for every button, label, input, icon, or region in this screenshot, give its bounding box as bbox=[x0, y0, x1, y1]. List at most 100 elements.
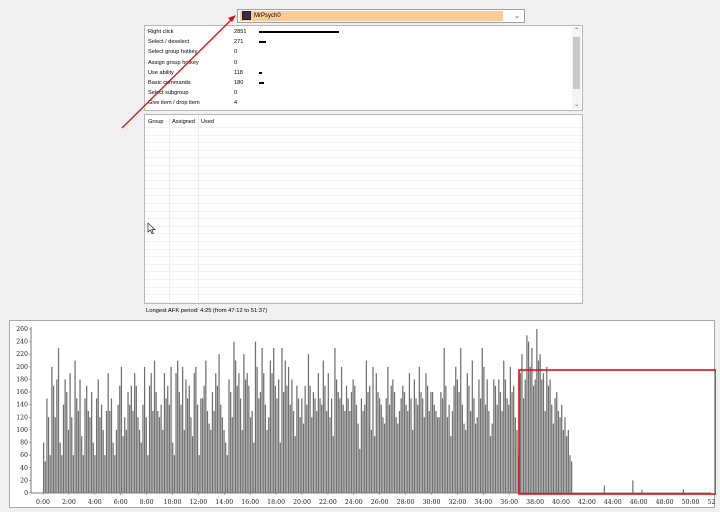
player-dropdown[interactable]: MrPsych0 ⌄ bbox=[237, 9, 525, 23]
hotkey-groups-table: Group Assigned Used bbox=[144, 114, 583, 304]
apm-bar bbox=[388, 404, 391, 493]
column-header-group[interactable]: Group bbox=[148, 118, 164, 126]
apm-bar bbox=[186, 398, 189, 493]
x-tick-label: 42:00 bbox=[578, 499, 596, 506]
player-name: MrPsych0 bbox=[254, 13, 281, 19]
apm-bar bbox=[446, 417, 449, 493]
apm-bar bbox=[498, 379, 500, 493]
y-tick-label: 220 bbox=[16, 351, 28, 358]
apm-bar bbox=[322, 360, 324, 493]
apm-bar bbox=[570, 461, 573, 493]
apm-bar bbox=[273, 347, 275, 493]
y-tick-label: 140 bbox=[16, 402, 28, 409]
stat-value: 0 bbox=[234, 90, 238, 97]
apm-bar bbox=[225, 442, 227, 493]
apm-bar bbox=[231, 417, 233, 493]
apm-bar bbox=[360, 398, 363, 493]
apm-bar bbox=[476, 417, 478, 493]
stat-label: Use ability bbox=[148, 69, 174, 76]
apm-bar bbox=[264, 404, 267, 493]
apm-bar bbox=[493, 379, 495, 493]
apm-bar bbox=[395, 417, 397, 493]
y-tick-label: 240 bbox=[16, 339, 28, 346]
apm-bar bbox=[51, 366, 53, 493]
stat-row: Give item / drop item 4 bbox=[148, 98, 568, 108]
apm-bar bbox=[46, 398, 48, 493]
apm-bar bbox=[87, 411, 89, 493]
apm-bar bbox=[127, 392, 129, 493]
apm-bar bbox=[153, 360, 156, 493]
scroll-up-icon[interactable]: ⌃ bbox=[572, 27, 581, 35]
scrollbar-thumb[interactable] bbox=[573, 37, 580, 89]
y-tick-label: 20 bbox=[20, 477, 28, 484]
table-row-line bbox=[145, 149, 582, 151]
apm-bar bbox=[109, 411, 111, 493]
apm-bar bbox=[317, 373, 319, 493]
apm-bar bbox=[422, 398, 424, 493]
apm-bar bbox=[162, 429, 164, 493]
apm-bar bbox=[276, 398, 278, 493]
apm-bar bbox=[157, 411, 159, 493]
x-tick-label: 24:00 bbox=[345, 499, 363, 506]
apm-bar bbox=[539, 354, 541, 493]
x-tick-label: 52:00 bbox=[707, 499, 716, 506]
apm-bar bbox=[95, 398, 98, 493]
apm-bar bbox=[198, 455, 200, 493]
apm-bar bbox=[102, 429, 104, 493]
apm-bar bbox=[372, 366, 374, 493]
apm-bar bbox=[54, 417, 56, 493]
apm-bar bbox=[445, 385, 447, 493]
apm-bar bbox=[140, 442, 142, 493]
apm-bar bbox=[554, 398, 556, 493]
apm-bar bbox=[238, 373, 240, 493]
apm-bar bbox=[355, 404, 358, 493]
apm-bar bbox=[165, 398, 167, 493]
apm-bar bbox=[104, 455, 106, 493]
apm-bar bbox=[522, 398, 525, 493]
x-tick-label: 34:00 bbox=[474, 499, 492, 506]
apm-bar bbox=[281, 347, 283, 493]
apm-bar bbox=[453, 385, 455, 493]
stats-scrollbar[interactable]: ⌃ ⌄ bbox=[572, 27, 581, 109]
x-tick-label: 16:00 bbox=[241, 499, 259, 506]
apm-bar bbox=[220, 404, 222, 493]
apm-bar bbox=[170, 366, 172, 493]
apm-bar bbox=[258, 398, 260, 493]
apm-bar bbox=[49, 455, 51, 493]
table-row-line bbox=[145, 225, 582, 227]
apm-bar bbox=[603, 485, 605, 493]
apm-bar bbox=[484, 404, 487, 493]
apm-bar bbox=[513, 385, 515, 493]
apm-bar bbox=[94, 455, 96, 493]
apm-bar bbox=[59, 442, 61, 493]
table-row-line bbox=[145, 248, 582, 250]
apm-bar bbox=[491, 423, 493, 493]
column-header-assigned[interactable]: Assigned bbox=[172, 118, 195, 126]
apm-bar bbox=[77, 411, 79, 493]
table-row-line bbox=[145, 180, 582, 182]
apm-bar bbox=[332, 436, 334, 493]
apm-bar bbox=[92, 442, 94, 493]
x-tick-label: 0:00 bbox=[36, 499, 50, 506]
apm-bar bbox=[62, 404, 65, 493]
x-tick-label: 2:00 bbox=[62, 499, 76, 506]
apm-bar bbox=[423, 417, 425, 493]
apm-bar bbox=[138, 429, 141, 493]
chevron-down-icon[interactable]: ⌄ bbox=[514, 12, 520, 21]
apm-bar bbox=[503, 360, 505, 493]
apm-bar bbox=[253, 442, 255, 493]
scroll-down-icon[interactable]: ⌄ bbox=[572, 101, 581, 109]
apm-bar bbox=[546, 366, 548, 493]
apm-bar bbox=[433, 404, 435, 493]
apm-bar bbox=[311, 417, 313, 493]
apm-bar bbox=[304, 385, 306, 493]
apm-bar bbox=[183, 429, 185, 493]
column-header-used[interactable]: Used bbox=[201, 118, 214, 126]
longest-afk-text: Longest AFK period: 4:25 (from 47:12 to … bbox=[146, 308, 268, 314]
apm-bar bbox=[89, 417, 91, 493]
y-tick-label: 160 bbox=[16, 389, 28, 396]
stat-bar bbox=[259, 31, 339, 33]
stat-row: Right click 2851 bbox=[148, 27, 568, 37]
apm-bar bbox=[450, 436, 452, 493]
apm-bar bbox=[52, 385, 55, 493]
